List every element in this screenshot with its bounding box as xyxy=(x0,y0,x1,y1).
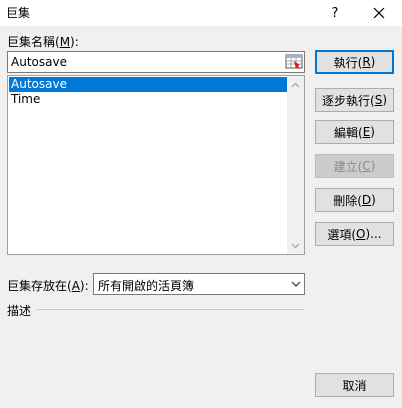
range-reference-icon xyxy=(285,54,303,69)
delete-button[interactable]: 刪除(D) xyxy=(315,188,394,212)
scroll-up-button[interactable] xyxy=(287,76,304,93)
macros-in-label: 巨集存放在(A): xyxy=(7,279,89,293)
close-icon xyxy=(373,7,385,19)
description-area xyxy=(7,316,305,372)
cancel-button[interactable]: 取消 xyxy=(315,373,394,397)
chevron-up-icon xyxy=(291,82,300,87)
close-button[interactable] xyxy=(362,0,396,26)
help-button[interactable]: ? xyxy=(318,0,352,26)
options-button[interactable]: 選項(O)... xyxy=(315,222,394,246)
range-reference-button[interactable] xyxy=(285,53,303,71)
step-into-button[interactable]: 逐步執行(S) xyxy=(315,88,394,112)
macro-name-input[interactable] xyxy=(8,52,282,72)
chevron-down-icon xyxy=(291,243,300,248)
scroll-down-button[interactable] xyxy=(287,237,304,254)
create-button[interactable]: 建立(C) xyxy=(315,154,394,178)
title-bar: 巨集 ? xyxy=(0,0,402,26)
edit-button[interactable]: 編輯(E) xyxy=(315,120,394,144)
description-divider xyxy=(37,309,305,310)
macros-in-dropdown[interactable]: 所有開啟的活頁簿 xyxy=(93,273,305,295)
chevron-down-icon xyxy=(291,281,300,287)
run-button[interactable]: 執行(R) xyxy=(315,50,394,74)
window-title: 巨集 xyxy=(6,6,31,20)
macros-in-selected: 所有開啟的活頁簿 xyxy=(98,279,195,293)
macro-name-label: 巨集名稱(M): xyxy=(7,35,79,49)
list-scrollbar[interactable] xyxy=(287,76,304,254)
list-item[interactable]: Autosave xyxy=(9,77,287,92)
macro-name-field[interactable] xyxy=(7,51,305,73)
help-icon: ? xyxy=(331,5,339,21)
list-item[interactable]: Time xyxy=(9,92,287,107)
dropdown-toggle[interactable] xyxy=(286,274,304,294)
macro-list[interactable]: Autosave Time xyxy=(7,75,305,255)
